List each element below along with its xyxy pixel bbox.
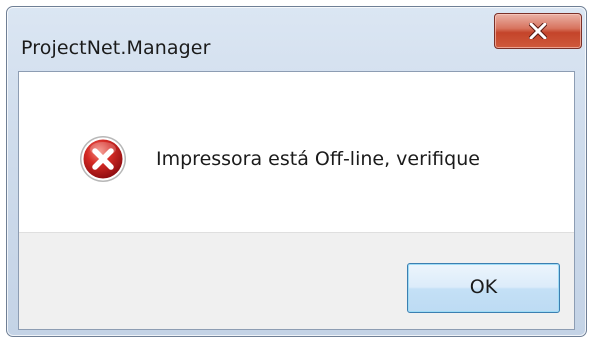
dialog-window: ProjectNet.Manager Impressora está Off-l… [6,6,587,337]
error-icon [80,136,126,182]
message-area: Impressora está Off-line, verifique [19,72,574,232]
window-title: ProjectNet.Manager [21,37,211,59]
error-message: Impressora está Off-line, verifique [156,148,480,170]
close-button[interactable] [494,13,582,49]
button-bar: OK [19,232,574,329]
ok-button[interactable]: OK [407,263,560,313]
title-bar[interactable]: ProjectNet.Manager [7,7,586,71]
dialog-content: Impressora está Off-line, verifique OK [18,71,575,330]
close-x-icon [529,23,547,39]
